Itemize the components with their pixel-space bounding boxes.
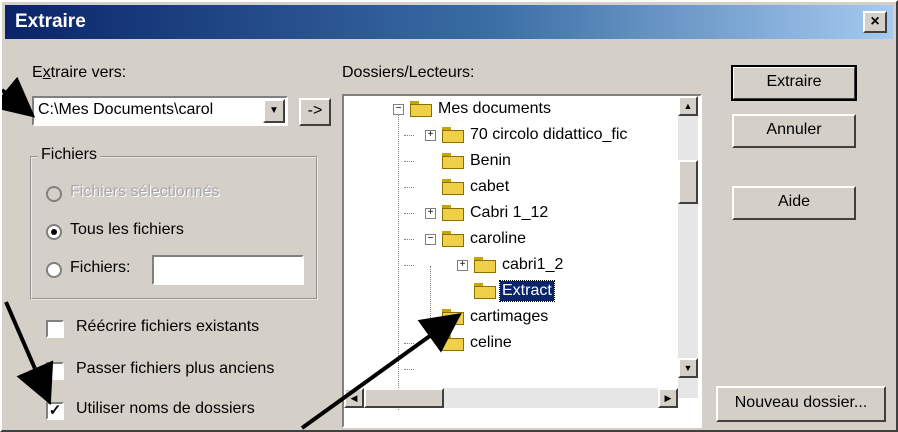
annotation-arrow	[300, 312, 462, 430]
extract-dialog: Extraire × Extraire vers: C:\Mes Documen…	[0, 0, 898, 432]
annotation-arrow	[4, 301, 54, 406]
annotation-arrow	[2, 76, 36, 118]
annotation-arrows	[2, 76, 462, 430]
